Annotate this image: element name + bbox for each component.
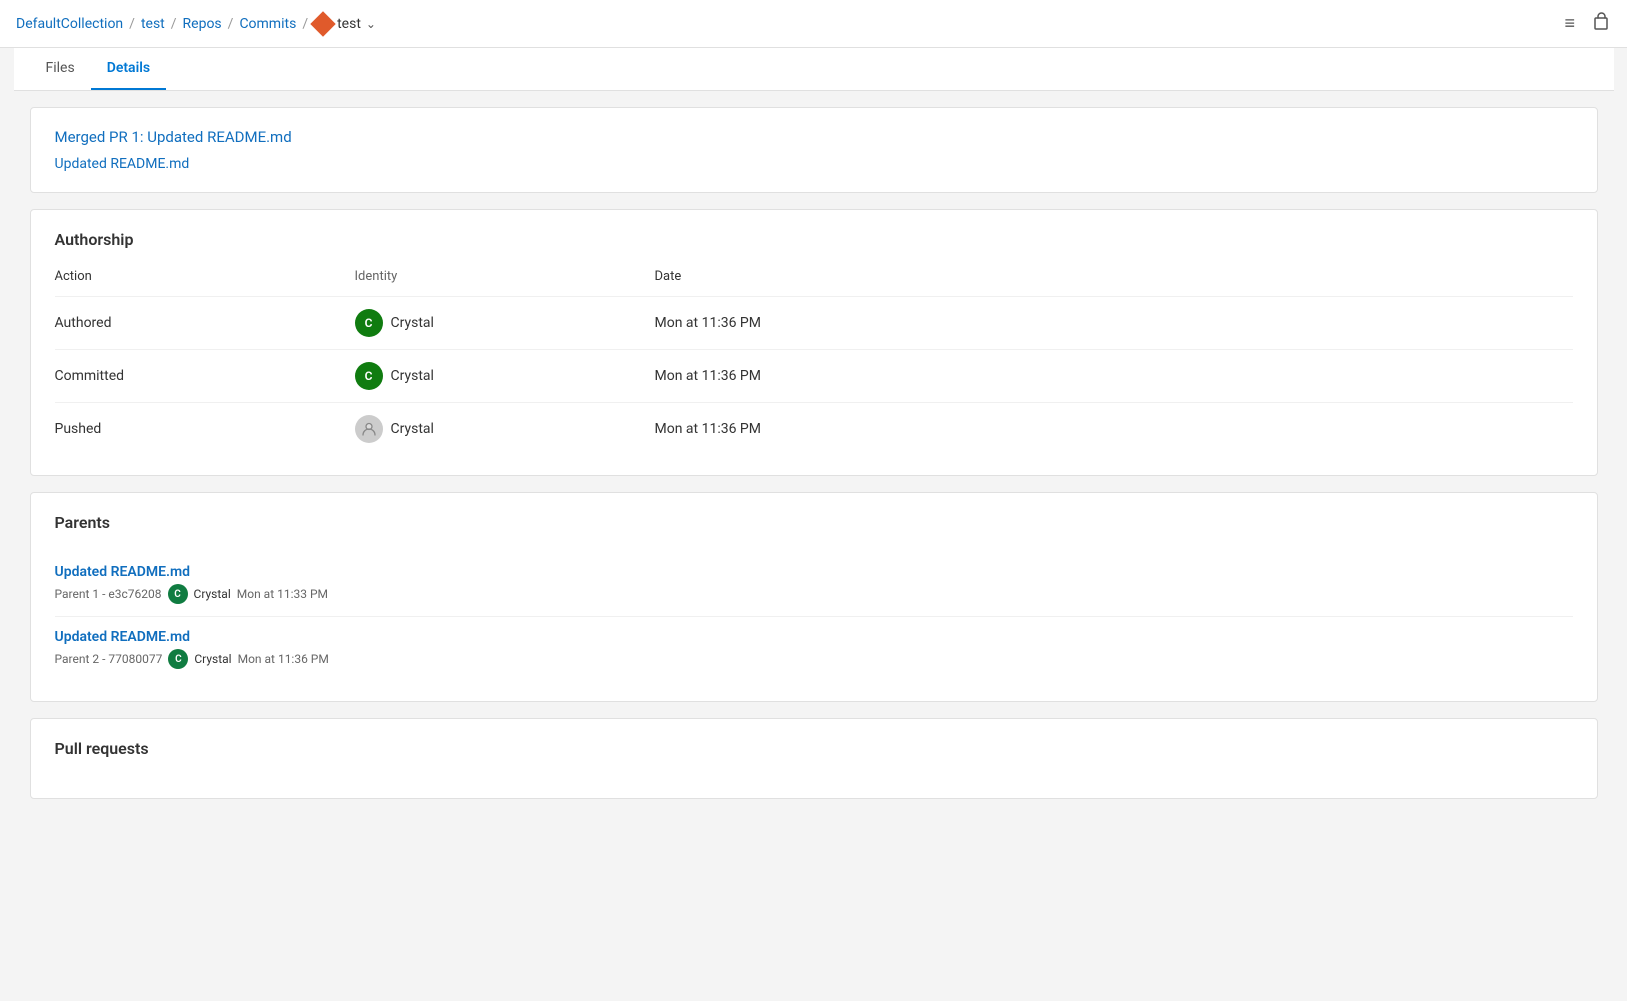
parent-date: Mon at 11:36 PM xyxy=(238,652,329,666)
avatar: C xyxy=(168,584,188,604)
authorship-identity: Crystal xyxy=(355,403,655,456)
pull-requests-card: Pull requests xyxy=(30,718,1598,799)
bag-icon[interactable] xyxy=(1591,11,1611,36)
commit-message-card: Merged PR 1: Updated README.md Updated R… xyxy=(30,107,1598,193)
breadcrumb-collection[interactable]: DefaultCollection xyxy=(16,16,123,32)
commit-body[interactable]: Updated README.md xyxy=(55,156,1573,172)
parent-meta: Parent 2 - 77080077 C Crystal Mon at 11:36 … xyxy=(55,649,1573,669)
col-header-action: Action xyxy=(55,269,355,297)
commit-title[interactable]: Merged PR 1: Updated README.md xyxy=(55,128,1573,146)
parent-author-name: Crystal xyxy=(194,652,231,666)
authorship-date: Mon at 11:36 PM xyxy=(655,350,1573,403)
avatar: C xyxy=(168,649,188,669)
parent-title[interactable]: Updated README.md xyxy=(55,564,1573,580)
avatar: C xyxy=(355,309,383,337)
avatar: C xyxy=(355,362,383,390)
main-content: Files Details Merged PR 1: Updated READM… xyxy=(14,48,1614,799)
parent-item: Updated README.md Parent 2 - 77080077 C Cry… xyxy=(55,616,1573,681)
breadcrumb: DefaultCollection / test / Repos / Commi… xyxy=(16,15,376,33)
authorship-row: AuthoredC Crystal Mon at 11:36 PM xyxy=(55,297,1573,350)
identity-name: Crystal xyxy=(391,315,434,331)
breadcrumb-repo[interactable]: test ⌄ xyxy=(314,15,376,33)
authorship-identity: C Crystal xyxy=(355,350,655,403)
col-header-date: Date xyxy=(655,269,1573,297)
col-header-identity: Identity xyxy=(355,269,655,297)
tab-files[interactable]: Files xyxy=(30,48,91,90)
authorship-action: Authored xyxy=(55,297,355,350)
authorship-row: CommittedC Crystal Mon at 11:36 PM xyxy=(55,350,1573,403)
avatar xyxy=(355,415,383,443)
parents-card: Parents Updated README.md Parent 1 - e3c7… xyxy=(30,492,1598,702)
identity-name: Crystal xyxy=(391,368,434,384)
parent-item: Updated README.md Parent 1 - e3c76208 C Cry… xyxy=(55,552,1573,616)
breadcrumb-sep4: / xyxy=(302,16,308,32)
list-icon[interactable]: ≡ xyxy=(1564,13,1575,34)
top-nav: DefaultCollection / test / Repos / Commi… xyxy=(0,0,1627,48)
breadcrumb-commits[interactable]: Commits xyxy=(239,16,296,32)
breadcrumb-sep3: / xyxy=(228,16,234,32)
parent-label: Parent 1 - e3c76208 xyxy=(55,587,162,601)
authorship-date: Mon at 11:36 PM xyxy=(655,297,1573,350)
authorship-card: Authorship Action Identity Date Authored… xyxy=(30,209,1598,476)
authorship-table: Action Identity Date AuthoredC Crystal Mon… xyxy=(55,269,1573,455)
parent-date: Mon at 11:33 PM xyxy=(237,587,328,601)
tabs: Files Details xyxy=(14,48,1614,91)
tab-details[interactable]: Details xyxy=(91,48,166,90)
authorship-identity: C Crystal xyxy=(355,297,655,350)
authorship-action: Pushed xyxy=(55,403,355,456)
identity-name: Crystal xyxy=(391,421,434,437)
chevron-down-icon[interactable]: ⌄ xyxy=(366,17,376,31)
breadcrumb-repo-name: test xyxy=(337,16,361,32)
breadcrumb-sep1: / xyxy=(129,16,135,32)
authorship-action: Committed xyxy=(55,350,355,403)
repo-icon xyxy=(310,11,335,36)
pull-requests-title: Pull requests xyxy=(55,739,1573,758)
parent-author-name: Crystal xyxy=(194,587,231,601)
authorship-row: Pushed Crystal Mon at 11:36 PM xyxy=(55,403,1573,456)
parent-meta: Parent 1 - e3c76208 C Crystal Mon at 11:33 … xyxy=(55,584,1573,604)
authorship-date: Mon at 11:36 PM xyxy=(655,403,1573,456)
breadcrumb-repos[interactable]: Repos xyxy=(183,16,222,32)
parent-title[interactable]: Updated README.md xyxy=(55,629,1573,645)
authorship-title: Authorship xyxy=(55,230,1573,249)
breadcrumb-test[interactable]: test xyxy=(141,16,165,32)
parent-label: Parent 2 - 77080077 xyxy=(55,652,163,666)
parents-title: Parents xyxy=(55,513,1573,532)
nav-icons: ≡ xyxy=(1564,11,1611,36)
breadcrumb-sep2: / xyxy=(171,16,177,32)
